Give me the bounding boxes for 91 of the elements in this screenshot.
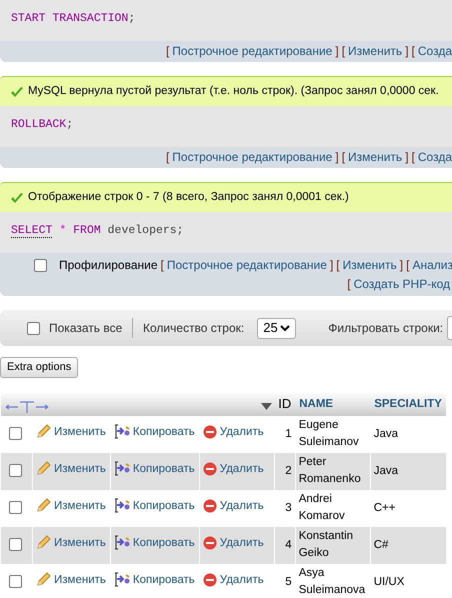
- bracket-text: [: [160, 257, 164, 274]
- delete-link[interactable]: Удалить: [202, 572, 264, 588]
- show-all-checkbox[interactable]: [27, 322, 40, 334]
- id-cell-text: 1: [284, 427, 292, 442]
- row-checkbox[interactable]: [9, 575, 22, 588]
- copy-row-icon: [114, 461, 130, 476]
- row-checkbox[interactable]: [9, 464, 22, 478]
- bracket-text: ]: [335, 44, 339, 59]
- copy-link[interactable]: Копировать: [114, 572, 195, 588]
- caret-icon: [280, 324, 290, 332]
- check-icon: [10, 192, 24, 204]
- pencil-icon: [36, 535, 51, 550]
- bracket-text: [: [412, 44, 415, 59]
- show-all-label: Показать все: [49, 320, 122, 337]
- bracket-text: ]: [405, 150, 409, 165]
- extra-options-button[interactable]: Extra options: [0, 357, 78, 378]
- bracket-text: [: [166, 44, 170, 59]
- edit-link[interactable]: Изменить: [36, 498, 106, 514]
- copy-row-icon: [114, 572, 130, 588]
- filter-label: Фильтровать строки:: [328, 320, 444, 337]
- bracket-text: ]: [400, 257, 404, 274]
- query-link[interactable]: Изменить: [342, 256, 397, 275]
- rows-count-select[interactable]: 25: [257, 318, 296, 338]
- copy-link[interactable]: Копировать: [114, 424, 195, 440]
- id-cell-text: 3: [284, 501, 292, 516]
- column-resize-arrows-icon: [4, 400, 48, 414]
- column-header[interactable]: SPECIALITY: [370, 392, 446, 416]
- profiling-label: Профилирование: [59, 257, 158, 274]
- copy-row-icon: [114, 535, 130, 550]
- bracket-text: ]: [330, 257, 334, 274]
- bracket-text: [: [166, 150, 170, 165]
- sort-triangle-icon: [261, 403, 272, 410]
- id-cell-text: 2: [284, 464, 292, 479]
- edit-link[interactable]: Изменить: [36, 424, 106, 440]
- name-cell-text: Peter Romanenko: [298, 455, 362, 487]
- delete-icon: [202, 499, 217, 513]
- speciality-cell-text: C++: [374, 501, 396, 516]
- copy-link[interactable]: Копировать: [114, 498, 195, 514]
- speciality-cell-text: Java: [374, 464, 399, 479]
- pencil-icon: [36, 498, 51, 514]
- bracket-text: [: [412, 150, 415, 165]
- message-text: Отображение строк 0 - 7 (8 всего, Запрос занял 0,0001 сек.): [28, 190, 349, 205]
- bracket-text: ]: [335, 150, 339, 165]
- query-link[interactable]: Создать PHP-код: [354, 275, 450, 293]
- row-checkbox[interactable]: [9, 538, 22, 552]
- sql-query-text: ROLLBACK;: [11, 118, 74, 131]
- delete-icon: [202, 462, 217, 476]
- query-link[interactable]: Созда: [418, 150, 452, 165]
- check-icon: [10, 86, 24, 98]
- copy-row-icon: [114, 424, 130, 440]
- speciality-cell-text: C#: [374, 538, 390, 553]
- query-link[interactable]: Построчное редактирование: [166, 256, 327, 275]
- id-cell-text: 5: [284, 575, 292, 590]
- pencil-icon: [36, 572, 51, 588]
- name-cell-text: Eugene Suleimanov: [298, 418, 360, 450]
- speciality-cell-text: UI/UX: [374, 575, 406, 590]
- bracket-text: [: [336, 257, 340, 274]
- edit-link[interactable]: Изменить: [36, 572, 106, 588]
- bracket-text: [: [342, 44, 346, 59]
- rows-count-label: Количество строк:: [143, 320, 244, 337]
- message-text: MySQL вернула пустой результат (т.е. ноль строк). (Запрос занял 0,0000 сек.: [28, 84, 439, 99]
- query-link[interactable]: Построчное редактирование: [172, 150, 332, 165]
- name-cell-text: Andrei Komarov: [298, 492, 346, 524]
- filter-field[interactable]: [447, 316, 452, 340]
- bracket-text: [: [347, 276, 351, 293]
- name-cell-text: Konstantin Geiko: [298, 529, 354, 561]
- profiling-checkbox[interactable]: [34, 259, 47, 272]
- query-link[interactable]: Изменить: [348, 150, 402, 165]
- pencil-icon: [36, 461, 51, 476]
- column-header[interactable]: ID: [274, 392, 296, 416]
- speciality-cell-text: Java: [374, 427, 399, 442]
- sql-query-text: SELECT * FROM developers;: [11, 224, 184, 238]
- query-link[interactable]: Созда: [418, 44, 452, 59]
- delete-icon: [202, 425, 217, 439]
- sql-query-text: START TRANSACTION;: [11, 12, 136, 25]
- delete-icon: [202, 573, 217, 587]
- copy-row-icon: [114, 498, 130, 514]
- delete-link[interactable]: Удалить: [202, 498, 264, 514]
- bracket-text: [: [342, 150, 346, 165]
- delete-icon: [202, 536, 217, 550]
- id-cell-text: 4: [284, 538, 292, 553]
- pencil-icon: [36, 424, 51, 440]
- bracket-text: [: [406, 257, 410, 274]
- row-checkbox[interactable]: [9, 427, 22, 440]
- column-header[interactable]: NAME: [295, 392, 370, 416]
- name-cell-text: Asya Suleimanova: [298, 566, 366, 598]
- bracket-text: ]: [405, 44, 409, 59]
- row-checkbox[interactable]: [9, 501, 22, 514]
- query-link[interactable]: Построчное редактирование: [172, 44, 332, 59]
- query-link[interactable]: Изменить: [348, 44, 402, 59]
- delete-link[interactable]: Удалить: [202, 424, 264, 440]
